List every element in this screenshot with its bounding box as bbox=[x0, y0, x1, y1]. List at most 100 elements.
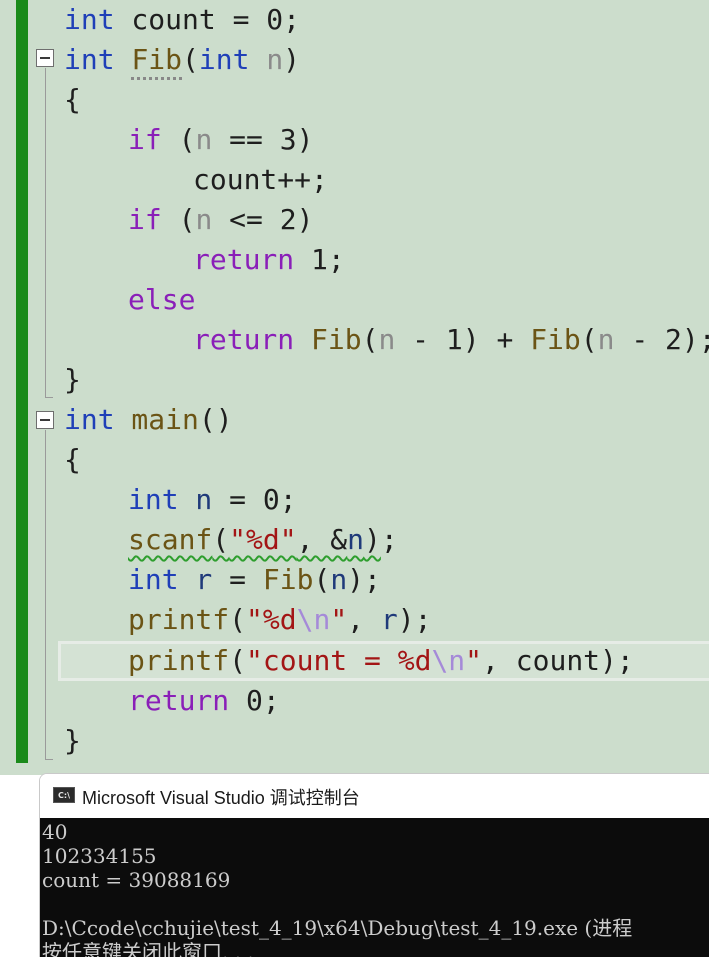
string-literal: "count = %d bbox=[246, 644, 432, 677]
console-titlebar[interactable]: C:\ Microsoft Visual Studio 调试控制台 bbox=[40, 774, 709, 818]
code-text: { bbox=[64, 83, 81, 116]
code-text: ( bbox=[212, 523, 230, 556]
variable: r bbox=[380, 603, 398, 636]
function-call: printf bbox=[128, 603, 230, 636]
code-line[interactable]: int n = 0; bbox=[128, 480, 297, 520]
parameter: n bbox=[378, 323, 396, 356]
code-text: , bbox=[347, 603, 381, 636]
code-line[interactable]: scanf("%d", &n); bbox=[128, 520, 398, 560]
code-line[interactable]: int Fib(int n) bbox=[64, 40, 300, 80]
code-line[interactable]: printf("%d\n", r); bbox=[128, 600, 431, 640]
code-text: + bbox=[479, 323, 531, 356]
variable: n bbox=[178, 483, 213, 516]
parameter: n bbox=[266, 43, 284, 76]
code-text: ) bbox=[364, 523, 381, 556]
keyword: else bbox=[128, 283, 196, 316]
fold-guide-fib bbox=[45, 68, 53, 398]
code-line[interactable]: } bbox=[64, 721, 81, 761]
code-text: ( bbox=[361, 323, 379, 356]
fold-guide-main bbox=[45, 430, 53, 760]
code-text: ( bbox=[313, 563, 331, 596]
code-text: { bbox=[64, 443, 81, 476]
escape-sequence: \n bbox=[296, 603, 331, 636]
function-call: printf bbox=[128, 644, 230, 677]
code-text: ( bbox=[161, 203, 196, 236]
code-text: ( bbox=[229, 603, 247, 636]
collapse-fib-icon[interactable] bbox=[36, 49, 54, 67]
console-output-line: 按任意键关闭此窗口. . . bbox=[42, 940, 254, 957]
code-line[interactable]: int count = 0; bbox=[64, 0, 300, 40]
keyword: return bbox=[193, 323, 295, 356]
keyword: int bbox=[64, 43, 115, 76]
keyword: return bbox=[193, 243, 295, 276]
code-text: - 2); bbox=[614, 323, 709, 356]
keyword: if bbox=[128, 123, 162, 156]
code-line[interactable]: count++; bbox=[193, 160, 328, 200]
code-text: ( bbox=[580, 323, 598, 356]
function-call: Fib bbox=[530, 323, 581, 356]
keyword: return bbox=[128, 684, 230, 717]
code-text: } bbox=[64, 724, 81, 757]
function-name: main bbox=[114, 403, 199, 436]
code-text: == 3) bbox=[212, 123, 314, 156]
string-literal: "%d bbox=[246, 603, 297, 636]
variable: r bbox=[178, 563, 213, 596]
keyword: if bbox=[128, 203, 162, 236]
warning-squiggle[interactable]: scanf("%d", &n) bbox=[128, 523, 381, 556]
code-line[interactable]: else bbox=[128, 280, 195, 320]
code-line[interactable]: if (n == 3) bbox=[128, 120, 313, 160]
code-line[interactable]: return 0; bbox=[128, 681, 280, 721]
keyword: int bbox=[128, 563, 179, 596]
console-output-line: 102334155 bbox=[42, 844, 157, 868]
function-call: scanf bbox=[128, 523, 213, 556]
code-text: ( bbox=[161, 123, 196, 156]
code-text: count++; bbox=[193, 163, 328, 196]
code-text: 0; bbox=[229, 684, 280, 717]
code-line[interactable]: } bbox=[64, 360, 81, 400]
code-text: ); bbox=[347, 563, 381, 596]
code-line[interactable]: return Fib(n - 1) + Fib(n - 2); bbox=[193, 320, 709, 360]
console-output[interactable]: 40 102334155 count = 39088169 D:\Ccode\c… bbox=[40, 818, 709, 957]
keyword: int bbox=[198, 43, 250, 76]
string-literal: "%d" bbox=[229, 523, 297, 556]
parameter: n bbox=[195, 123, 213, 156]
code-line[interactable]: int main() bbox=[64, 400, 233, 440]
code-text: ( bbox=[182, 43, 199, 76]
console-output-line: D:\Ccode\cchujie\test_4_19\x64\Debug\tes… bbox=[42, 916, 633, 940]
function-call: Fib bbox=[262, 563, 314, 596]
keyword: int bbox=[64, 3, 115, 36]
parameter: n bbox=[597, 323, 615, 356]
code-text: ; bbox=[380, 523, 398, 556]
code-text: } bbox=[64, 363, 81, 396]
code-text: ) bbox=[283, 43, 301, 76]
code-text: ( bbox=[229, 644, 247, 677]
code-line[interactable]: printf("count = %d\n", count); bbox=[128, 641, 634, 681]
string-literal: " bbox=[465, 644, 483, 677]
code-text: () bbox=[198, 403, 233, 436]
code-text: , & bbox=[296, 523, 348, 556]
code-text: - 1) bbox=[395, 323, 480, 356]
code-text: , count); bbox=[482, 644, 634, 677]
code-text: = bbox=[212, 563, 263, 596]
debug-console-window[interactable]: C:\ Microsoft Visual Studio 调试控制台 40 102… bbox=[39, 773, 709, 957]
collapse-main-icon[interactable] bbox=[36, 411, 54, 429]
code-line[interactable]: { bbox=[64, 80, 81, 120]
console-app-icon: C:\ bbox=[53, 787, 75, 803]
function-name: Fib bbox=[131, 43, 183, 76]
code-editor[interactable]: int count = 0; int Fib(int n) { if (n ==… bbox=[0, 0, 709, 775]
code-text: ); bbox=[397, 603, 432, 636]
console-output-line: count = 39088169 bbox=[42, 868, 231, 892]
code-line[interactable]: int r = Fib(n); bbox=[128, 560, 381, 600]
console-title: Microsoft Visual Studio 调试控制台 bbox=[82, 788, 360, 808]
code-line[interactable]: return 1; bbox=[193, 240, 345, 280]
function-call: Fib bbox=[294, 323, 362, 356]
code-text: 1; bbox=[294, 243, 345, 276]
keyword: int bbox=[64, 403, 115, 436]
string-literal: " bbox=[330, 603, 348, 636]
change-tracking-bar bbox=[16, 0, 28, 763]
code-text: count = 0; bbox=[114, 3, 301, 36]
keyword: int bbox=[128, 483, 179, 516]
code-line[interactable]: if (n <= 2) bbox=[128, 200, 313, 240]
code-line[interactable]: { bbox=[64, 440, 81, 480]
variable: n bbox=[347, 523, 365, 556]
